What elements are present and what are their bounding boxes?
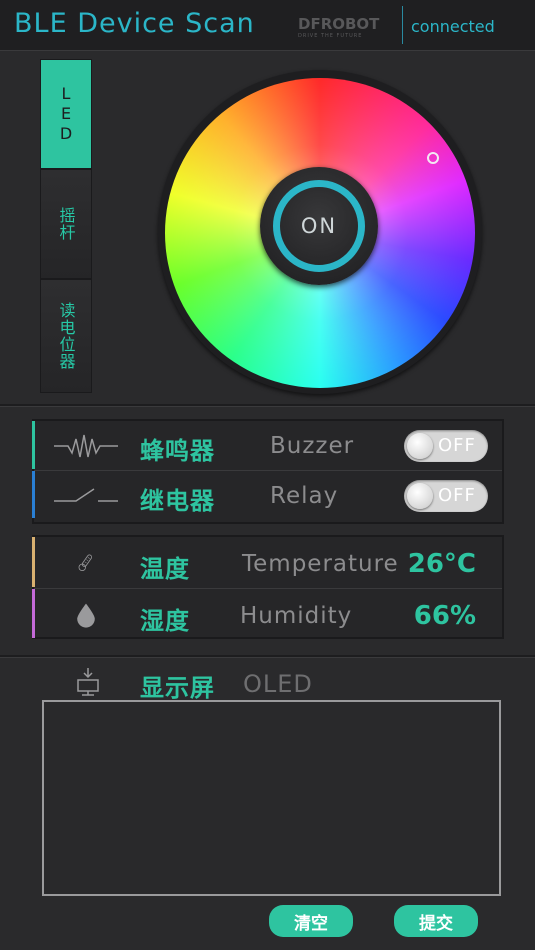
oled-label-en: OLED: [243, 670, 313, 698]
tab-potentiometer[interactable]: 读电位器: [40, 279, 92, 393]
temperature-row: 温度 Temperature 26°C: [32, 537, 502, 587]
tab-joystick[interactable]: 摇杆: [40, 169, 92, 279]
header-divider: [402, 6, 403, 44]
temperature-accent: [32, 537, 35, 587]
oled-label-zh: 显示屏: [140, 674, 215, 702]
relay-toggle-state: OFF: [438, 485, 476, 506]
clear-button[interactable]: 清空: [269, 905, 353, 937]
temperature-value: 26°C: [407, 549, 476, 579]
sensor-panel: 温度 Temperature 26°C 湿度 Humidity 66%: [32, 535, 504, 639]
buzzer-toggle[interactable]: OFF: [404, 430, 488, 462]
mode-tabs: LED 摇杆 读电位器: [40, 59, 92, 393]
relay-toggle[interactable]: OFF: [404, 480, 488, 512]
buzzer-waveform-icon: [54, 434, 118, 458]
led-power-button[interactable]: ON: [273, 180, 365, 272]
relay-label-zh: 继电器: [140, 487, 215, 515]
app-title: BLE Device Scan: [14, 8, 255, 39]
humidity-row: 湿度 Humidity 66%: [32, 588, 502, 638]
submit-button[interactable]: 提交: [394, 905, 478, 937]
temperature-label-zh: 温度: [140, 555, 190, 583]
buzzer-label-en: Buzzer: [270, 433, 355, 459]
buzzer-label-zh: 蜂鸣器: [140, 437, 215, 465]
water-drop-icon: [77, 603, 95, 628]
oled-text-input[interactable]: [42, 700, 501, 896]
brand-tagline: DRIVE THE FUTURE: [298, 33, 363, 39]
temperature-label-en: Temperature: [242, 551, 399, 577]
connection-status[interactable]: connected: [411, 17, 495, 36]
display-icon: [77, 668, 99, 696]
humidity-label-en: Humidity: [240, 603, 353, 629]
toggle-knob: [407, 483, 433, 509]
buzzer-accent: [32, 421, 35, 469]
humidity-accent: [32, 589, 35, 638]
app-header: BLE Device Scan DFROBOT DRIVE THE FUTURE…: [0, 0, 535, 51]
brand-logo: DFROBOT: [298, 15, 380, 33]
thermometer-icon: [78, 554, 93, 572]
actuator-panel: 蜂鸣器 Buzzer OFF 继电器 Relay OFF: [32, 419, 504, 524]
color-picker-handle[interactable]: [427, 152, 439, 164]
tab-led[interactable]: LED: [40, 59, 92, 169]
section-divider: [0, 655, 535, 658]
relay-switch-icon: [54, 488, 118, 502]
buzzer-row: 蜂鸣器 Buzzer OFF: [32, 421, 502, 469]
relay-label-en: Relay: [270, 483, 339, 509]
buzzer-toggle-state: OFF: [438, 435, 476, 456]
relay-accent: [32, 471, 35, 518]
section-divider: [0, 404, 535, 407]
toggle-knob: [407, 433, 433, 459]
humidity-label-zh: 湿度: [140, 607, 190, 635]
relay-row: 继电器 Relay OFF: [32, 470, 502, 518]
humidity-value: 66%: [413, 601, 476, 631]
